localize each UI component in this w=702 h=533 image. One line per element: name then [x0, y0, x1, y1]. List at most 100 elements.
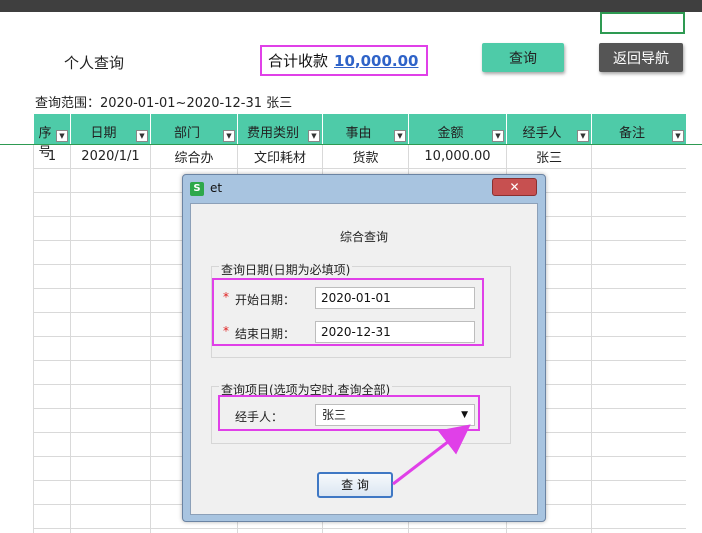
dialog-query-button[interactable]: 查 询: [317, 472, 393, 498]
table-cell[interactable]: [71, 265, 151, 289]
table-cell[interactable]: [34, 337, 71, 361]
end-date-input[interactable]: 2020-12-31: [315, 321, 475, 343]
table-cell[interactable]: 文印耗材: [238, 145, 323, 169]
filter-dropdown-icon[interactable]: ▼: [136, 130, 148, 142]
start-date-input[interactable]: 2020-01-01: [315, 287, 475, 309]
dialog-body: 综合查询 查询日期(日期为必填项) * 开始日期： 2020-01-01 * 结…: [190, 203, 538, 515]
table-cell[interactable]: [71, 241, 151, 265]
table-cell[interactable]: [34, 289, 71, 313]
column-header-label: 金额: [409, 122, 492, 141]
table-cell[interactable]: [71, 409, 151, 433]
table-cell[interactable]: [592, 313, 687, 337]
table-cell[interactable]: [592, 481, 687, 505]
filter-dropdown-icon[interactable]: ▼: [56, 130, 68, 142]
table-cell[interactable]: 货款: [323, 145, 409, 169]
total-label: 合计收款: [268, 50, 328, 71]
table-cell[interactable]: [592, 361, 687, 385]
date-group-label: 查询日期(日期为必填项): [219, 261, 352, 278]
table-cell[interactable]: [592, 217, 687, 241]
table-cell[interactable]: [592, 145, 687, 169]
table-cell[interactable]: 2020/1/1: [71, 145, 151, 169]
query-dialog: S et ✕ 综合查询 查询日期(日期为必填项) * 开始日期： 2020-01…: [182, 174, 546, 522]
table-cell[interactable]: [71, 505, 151, 529]
filter-dropdown-icon[interactable]: ▼: [492, 130, 504, 142]
table-cell[interactable]: [71, 217, 151, 241]
wps-app-icon: S: [190, 182, 204, 196]
table-cell[interactable]: [34, 361, 71, 385]
table-cell[interactable]: [34, 481, 71, 505]
query-button[interactable]: 查询: [482, 43, 564, 72]
filter-dropdown-icon[interactable]: ▼: [672, 130, 684, 142]
table-cell[interactable]: [592, 337, 687, 361]
header-row: 序号▼ 日期▼ 部门▼ 费用类别▼ 事由▼ 金额▼ 经手人▼ 备注▼: [34, 114, 687, 145]
required-mark: *: [223, 290, 229, 304]
table-cell[interactable]: [592, 193, 687, 217]
table-cell[interactable]: [71, 193, 151, 217]
column-header-label: 序号: [34, 122, 56, 160]
table-cell[interactable]: [71, 169, 151, 193]
table-cell[interactable]: [592, 289, 687, 313]
handler-select[interactable]: 张三 ▼: [315, 404, 475, 426]
start-date-label: 开始日期：: [235, 291, 295, 308]
table-cell[interactable]: [71, 361, 151, 385]
table-cell[interactable]: [34, 313, 71, 337]
table-cell[interactable]: [34, 193, 71, 217]
column-header-label: 日期: [71, 122, 136, 141]
column-header: 部门▼: [151, 114, 238, 145]
page-title: 个人查询: [64, 52, 124, 73]
table-cell[interactable]: [34, 433, 71, 457]
table-cell[interactable]: [71, 289, 151, 313]
filter-dropdown-icon[interactable]: ▼: [394, 130, 406, 142]
table-cell[interactable]: [71, 457, 151, 481]
filter-dropdown-icon[interactable]: ▼: [577, 130, 589, 142]
column-header: 事由▼: [323, 114, 409, 145]
column-header-label: 备注: [592, 122, 672, 141]
table-cell[interactable]: [34, 457, 71, 481]
column-header-label: 经手人: [507, 122, 577, 141]
table-cell[interactable]: [592, 241, 687, 265]
column-header: 序号▼: [34, 114, 71, 145]
selected-cell[interactable]: [600, 12, 685, 34]
filter-dropdown-icon[interactable]: ▼: [308, 130, 320, 142]
column-header-label: 部门: [151, 122, 223, 141]
total-highlight-box: 合计收款 10,000.00: [260, 45, 428, 76]
table-cell[interactable]: [34, 409, 71, 433]
table-cell[interactable]: [71, 481, 151, 505]
table-cell[interactable]: [34, 169, 71, 193]
close-icon[interactable]: ✕: [492, 178, 537, 196]
column-header-label: 费用类别: [238, 122, 308, 141]
table-cell[interactable]: [592, 385, 687, 409]
back-to-nav-button[interactable]: 返回导航: [599, 43, 683, 72]
table-cell[interactable]: [34, 505, 71, 529]
chevron-down-icon[interactable]: ▼: [461, 405, 468, 425]
table-cell[interactable]: 综合办: [151, 145, 238, 169]
table-cell[interactable]: [592, 265, 687, 289]
table-cell[interactable]: [592, 505, 687, 529]
table-cell[interactable]: [592, 457, 687, 481]
column-header: 费用类别▼: [238, 114, 323, 145]
table-cell[interactable]: [71, 337, 151, 361]
table-cell[interactable]: [71, 385, 151, 409]
dialog-title: et: [210, 181, 222, 195]
column-header: 日期▼: [71, 114, 151, 145]
table-cell[interactable]: [71, 313, 151, 337]
table-row: 12020/1/1综合办文印耗材货款10,000.00张三: [34, 145, 687, 169]
required-mark: *: [223, 324, 229, 338]
handler-select-value: 张三: [322, 408, 346, 422]
column-header-label: 事由: [323, 122, 394, 141]
end-date-label: 结束日期：: [235, 325, 295, 342]
table-cell[interactable]: 张三: [507, 145, 592, 169]
table-cell[interactable]: [592, 169, 687, 193]
top-toolbar-strip: [0, 0, 702, 12]
table-cell[interactable]: [71, 433, 151, 457]
table-cell[interactable]: [34, 217, 71, 241]
table-cell[interactable]: [34, 385, 71, 409]
table-cell[interactable]: [34, 265, 71, 289]
table-cell[interactable]: [592, 409, 687, 433]
filter-dropdown-icon[interactable]: ▼: [223, 130, 235, 142]
table-cell[interactable]: [592, 433, 687, 457]
table-cell[interactable]: 10,000.00: [409, 145, 507, 169]
total-value: 10,000.00: [334, 52, 418, 70]
table-cell[interactable]: [34, 241, 71, 265]
dialog-titlebar[interactable]: S et ✕: [183, 175, 545, 203]
